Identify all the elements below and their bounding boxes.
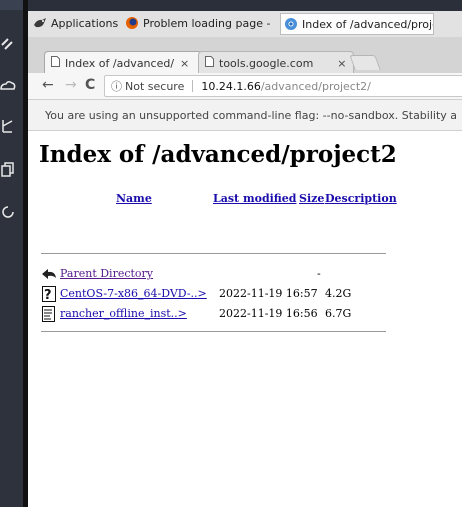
row-size: - xyxy=(317,267,321,280)
dock-refresh-icon[interactable] xyxy=(0,204,16,220)
page-icon xyxy=(205,56,214,70)
address-bar[interactable]: ⓘ Not secure 10.24.1.66 /advanced/projec… xyxy=(104,75,462,97)
row-size: 6.7G xyxy=(325,307,352,320)
left-dock xyxy=(0,0,23,507)
browser-window: Index of /advanced/ × tools.google.com ×… xyxy=(28,37,462,507)
tab-label: Index of /advanced/ xyxy=(65,56,175,70)
taskbar: Applications Problem loading page - ... … xyxy=(28,11,462,37)
row-size: 4.2G xyxy=(325,287,352,300)
address-host: 10.24.1.66 xyxy=(201,79,261,93)
file-link-rancher[interactable]: rancher_offline_inst..> xyxy=(60,307,187,320)
taskbar-firefox-window[interactable]: Problem loading page - ... xyxy=(122,13,274,33)
header-divider xyxy=(41,253,386,254)
tab-strip: Index of /advanced/ × tools.google.com × xyxy=(28,37,462,74)
close-icon[interactable]: × xyxy=(180,57,189,70)
browser-toolbar: ← → C ⓘ Not secure 10.24.1.66 /advanced/… xyxy=(28,73,462,100)
taskbar-applications[interactable]: Applications xyxy=(30,13,118,33)
dock-tool-icon[interactable] xyxy=(0,118,16,134)
dock-cloud-icon[interactable] xyxy=(0,78,16,94)
page-content: Index of /advanced/project2 Name Last mo… xyxy=(28,131,462,507)
footer-divider xyxy=(41,331,386,332)
unknown-file-icon: ? xyxy=(41,286,57,303)
address-separator xyxy=(192,80,194,92)
taskbar-applications-label: Applications xyxy=(51,16,118,30)
dock-link-icon[interactable] xyxy=(0,36,16,52)
text-file-icon xyxy=(41,306,57,322)
row-modified: 2022-11-19 16:57 xyxy=(219,287,318,300)
address-path: /advanced/project2/ xyxy=(260,79,371,93)
back-icon[interactable]: ← xyxy=(42,77,54,93)
file-link-centos[interactable]: CentOS-7-x86_64-DVD-..> xyxy=(60,287,207,300)
tab-tools-google[interactable]: tools.google.com × xyxy=(198,51,354,74)
column-header-size[interactable]: Size xyxy=(299,192,324,205)
forward-icon[interactable]: → xyxy=(65,77,77,93)
chrome-icon xyxy=(284,17,298,31)
column-header-description[interactable]: Description xyxy=(325,192,397,205)
tab-index-of-advanced[interactable]: Index of /advanced/ × xyxy=(44,51,202,74)
close-icon[interactable]: × xyxy=(337,57,346,70)
row-modified: 2022-11-19 16:56 xyxy=(219,307,318,320)
info-icon: ⓘ xyxy=(111,80,122,93)
page-title: Index of /advanced/project2 xyxy=(39,141,397,168)
back-icon xyxy=(41,266,57,282)
taskbar-firefox-label: Problem loading page - ... xyxy=(143,16,274,30)
column-header-last-modified[interactable]: Last modified xyxy=(213,192,297,205)
firefox-icon xyxy=(125,16,139,30)
new-tab-button[interactable] xyxy=(349,55,381,70)
tab-label: tools.google.com xyxy=(219,56,314,70)
warning-text: You are using an unsupported command-lin… xyxy=(45,108,458,122)
svg-text:?: ? xyxy=(44,288,52,302)
warning-infobar: You are using an unsupported command-lin… xyxy=(28,100,462,131)
parent-directory-link[interactable]: Parent Directory xyxy=(60,267,153,280)
applications-icon xyxy=(33,16,47,30)
security-label: Not secure xyxy=(125,79,185,93)
dock-copy-icon[interactable] xyxy=(0,162,16,178)
reload-icon[interactable]: C xyxy=(85,77,95,93)
taskbar-chrome-window[interactable]: Index of /advanced/proje... xyxy=(280,13,434,35)
column-header-name[interactable]: Name xyxy=(116,192,152,205)
taskbar-chrome-label: Index of /advanced/proje... xyxy=(302,17,433,31)
dock-top-bar xyxy=(0,0,23,10)
page-icon xyxy=(51,56,60,70)
